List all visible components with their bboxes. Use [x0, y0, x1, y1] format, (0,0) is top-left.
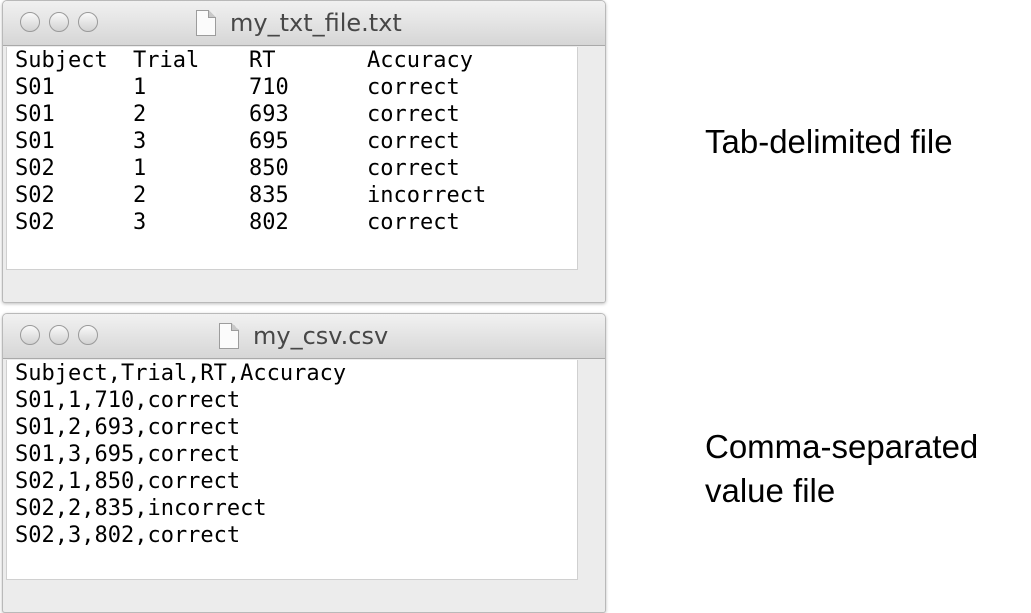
txt-file-window: my_txt_file.txt Subject Trial RT Accurac…: [2, 0, 606, 303]
tab-delimited-caption: Tab-delimited file: [705, 120, 953, 164]
table-cell: 3: [133, 210, 147, 235]
csv-line: S01,2,693,correct: [15, 415, 241, 440]
table-row: S01 3 695 correct: [7, 128, 577, 155]
scrollbar-track[interactable]: [579, 47, 605, 302]
window-title: my_txt_file.txt: [196, 1, 402, 45]
close-window-button[interactable]: [20, 12, 40, 32]
header-cell: Trial: [133, 48, 200, 73]
window-title-text: my_csv.csv: [253, 322, 389, 350]
minimize-window-button[interactable]: [49, 12, 69, 32]
csv-line: S02,1,850,correct: [15, 469, 241, 494]
header-cell: Subject: [15, 48, 108, 73]
table-cell: S02: [15, 210, 55, 235]
document-icon: [196, 10, 216, 36]
table-cell: correct: [367, 102, 460, 127]
zoom-window-button[interactable]: [78, 325, 98, 345]
table-cell: correct: [367, 210, 460, 235]
table-cell: incorrect: [367, 183, 487, 208]
table-cell: 802: [249, 210, 289, 235]
table-cell: correct: [367, 129, 460, 154]
table-cell: 850: [249, 156, 289, 181]
table-cell: S02: [15, 183, 55, 208]
zoom-window-button[interactable]: [78, 12, 98, 32]
table-cell: 1: [133, 75, 147, 100]
table-row: S02 2 835 incorrect: [7, 182, 577, 209]
table-cell: correct: [367, 75, 460, 100]
csv-line: Subject,Trial,RT,Accuracy: [15, 361, 347, 386]
window-titlebar[interactable]: my_txt_file.txt: [3, 1, 605, 46]
csv-line: S02,3,802,correct: [15, 523, 241, 548]
table-cell: S02: [15, 156, 55, 181]
table-row: S02 1 850 correct: [7, 155, 577, 182]
table-cell: 693: [249, 102, 289, 127]
csv-line: S01,1,710,correct: [15, 388, 241, 413]
csv-file-window: my_csv.csv Subject,Trial,RT,Accuracy S01…: [2, 313, 606, 613]
caption-line: Tab-delimited file: [705, 123, 953, 160]
caption-line: Comma-separated: [705, 428, 979, 465]
document-icon: [219, 323, 239, 349]
table-cell: S01: [15, 129, 55, 154]
table-cell: 2: [133, 102, 147, 127]
table-cell: 835: [249, 183, 289, 208]
table-cell: 710: [249, 75, 289, 100]
window-title: my_csv.csv: [219, 314, 388, 358]
table-header-row: Subject Trial RT Accuracy: [7, 47, 577, 74]
table-row: S02 3 802 correct: [7, 209, 577, 236]
minimize-window-button[interactable]: [49, 325, 69, 345]
header-cell: Accuracy: [367, 48, 473, 73]
comma-separated-caption: Comma-separated value file: [705, 425, 978, 513]
csv-line: S01,3,695,correct: [15, 442, 241, 467]
table-cell: S01: [15, 75, 55, 100]
close-window-button[interactable]: [20, 325, 40, 345]
table-cell: 695: [249, 129, 289, 154]
table-row: S01 1 710 correct: [7, 74, 577, 101]
table-cell: 1: [133, 156, 147, 181]
caption-line: value file: [705, 472, 836, 509]
csv-line: S02,2,835,incorrect: [15, 496, 267, 521]
table-row: S01 2 693 correct: [7, 101, 577, 128]
window-title-text: my_txt_file.txt: [230, 9, 402, 37]
table-cell: 2: [133, 183, 147, 208]
table-cell: correct: [367, 156, 460, 181]
scrollbar-track[interactable]: [579, 360, 605, 612]
text-content-area[interactable]: Subject Trial RT Accuracy S01 1 710 corr…: [6, 47, 578, 270]
text-content-area[interactable]: Subject,Trial,RT,Accuracy S01,1,710,corr…: [6, 360, 578, 580]
header-cell: RT: [249, 48, 276, 73]
table-cell: 3: [133, 129, 147, 154]
window-titlebar[interactable]: my_csv.csv: [3, 314, 605, 359]
table-cell: S01: [15, 102, 55, 127]
